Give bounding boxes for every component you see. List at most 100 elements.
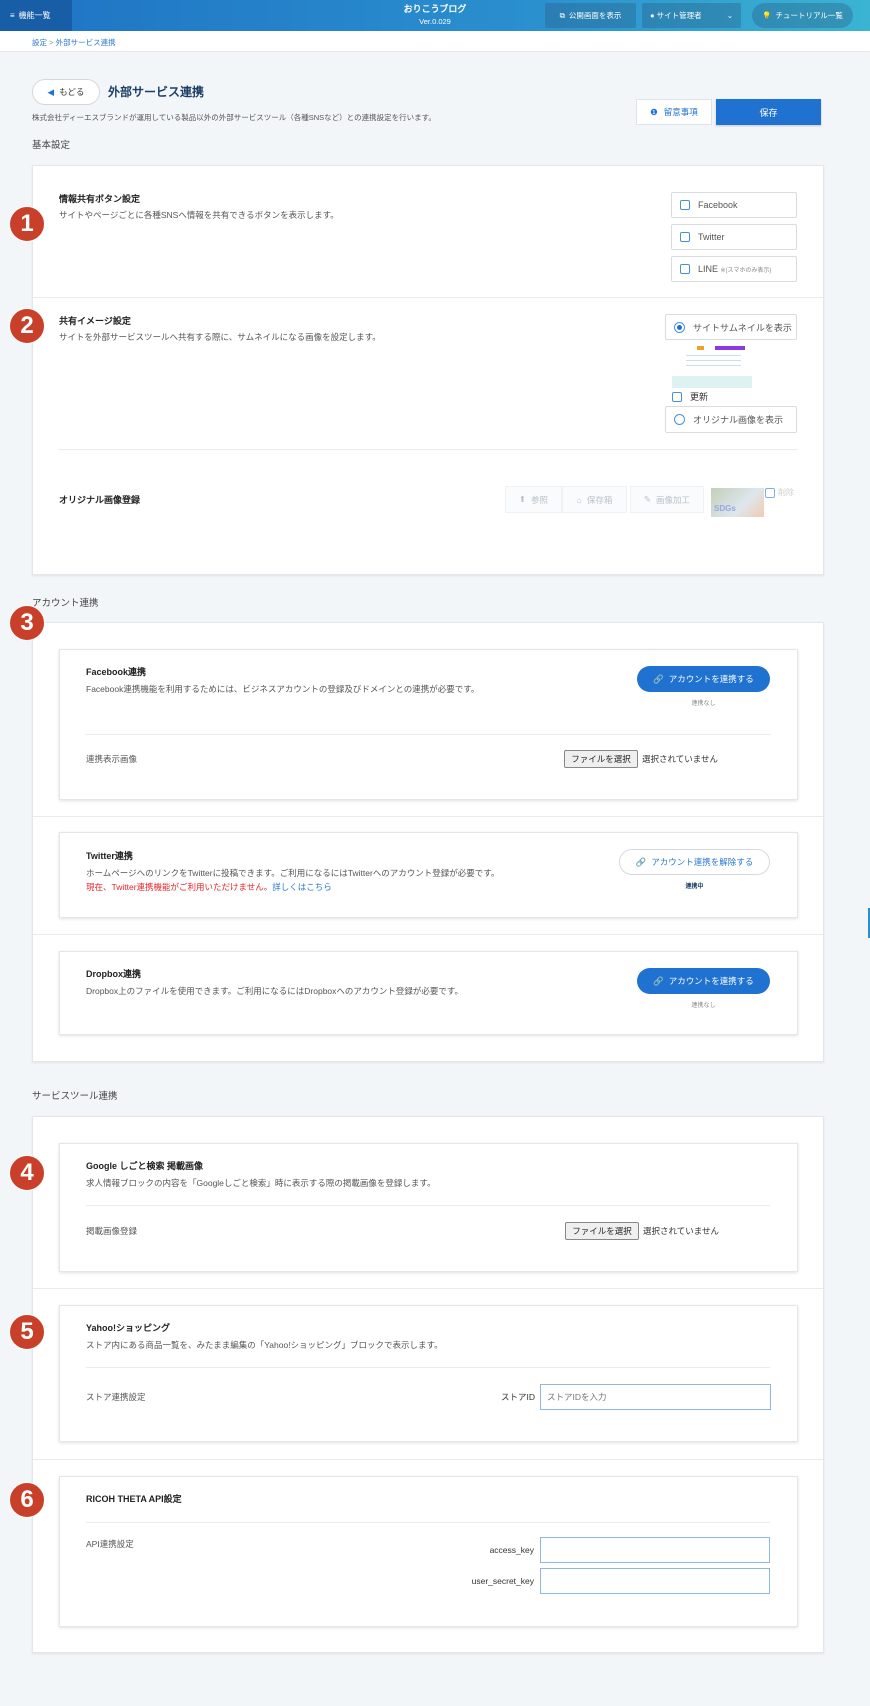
divider [33,1459,823,1460]
option-label: LINE [698,264,719,274]
refresh-label: 更新 [690,392,709,402]
secret-key-input[interactable] [540,1568,770,1594]
image-edit-button[interactable]: ✎ 画像加工 [630,486,704,513]
facebook-description: Facebook連携機能を利用するためには、ビジネスアカウントの登録及びドメイン… [86,684,480,694]
twitter-details-link[interactable]: 詳しくはこちら [272,882,332,892]
thumb-footer [672,376,752,388]
thumb-line [686,365,741,366]
google-file-status: 選択されていません [643,1226,719,1236]
api-setting-label: API連携設定 [86,1539,134,1549]
storage-label: 保存箱 [586,494,613,505]
upload-icon: ⬆ [518,494,527,504]
google-description: 求人情報ブロックの内容を「Googleしごと検索」時に表示する際の掲載画像を登録… [86,1178,436,1188]
thumb-logo [697,346,704,350]
tutorial-button[interactable]: 💡 チュートリアル一覧 [752,3,853,28]
dropbox-title: Dropbox連携 [86,969,141,979]
edit-label: 画像加工 [656,494,691,505]
dropbox-description: Dropbox上のファイルを使用できます。ご利用になるにはDropboxへのアカ… [86,986,464,996]
arrow-left-icon: ◀ [47,86,55,97]
notes-label: 留意事項 [663,107,698,117]
services-heading: サービスツール連携 [32,1091,118,1102]
view-public-button[interactable]: ⧉ 公開画面を表示 [545,3,636,28]
original-image-thumbnail: SDGs [711,488,764,517]
button-label: アカウントを連携する [668,674,754,684]
thumb-text: SDGs [714,504,736,513]
original-image-radio[interactable]: オリジナル画像を表示 [665,406,797,433]
checkbox-icon [680,264,690,274]
google-title: Google しごと検索 掲載画像 [86,1161,204,1171]
thumb-line [686,360,741,361]
original-image-label: オリジナル画像登録 [59,495,141,505]
google-image-label: 掲載画像登録 [86,1226,138,1236]
lightbulb-icon: 💡 [762,11,772,20]
twitter-status: 連携中 [685,884,704,890]
divider [59,449,797,450]
twitter-warning: 現在、Twitter連携機能がご利用いただけません。 [86,882,273,892]
option-label: オリジナル画像を表示 [693,415,784,425]
share-twitter-checkbox[interactable]: Twitter [671,224,797,250]
yahoo-setting-label: ストア連携設定 [86,1392,146,1402]
checkbox-icon [680,232,690,242]
step-badge-3: 3 [9,605,45,641]
back-button[interactable]: ◀ もどる [32,79,100,105]
share-image-description: サイトを外部サービスツールへ共有する際に、サムネイルになる画像を設定します。 [59,332,381,342]
brush-icon: ✎ [643,494,652,504]
facebook-connect-button[interactable]: 🔗 アカウントを連携する [637,666,770,692]
divider [33,297,823,298]
info-icon: ❶ [650,106,658,117]
view-public-label: 公開画面を表示 [568,11,622,20]
checkbox-icon [765,487,775,498]
share-line-checkbox[interactable]: LINE ※(スマホのみ表示) [671,256,797,282]
thumb-banner [715,346,745,350]
account-heading: アカウント連携 [32,598,99,609]
option-note: ※(スマホのみ表示) [720,268,772,274]
facebook-file-status: 選択されていません [642,754,718,764]
twitter-title: Twitter連携 [86,851,133,861]
link-icon: 🔗 [653,975,664,986]
external-link-icon: ⧉ [559,10,565,20]
inbox-icon: ⌂ [576,494,582,505]
store-id-input[interactable] [540,1384,771,1410]
link-icon: 🔗 [635,856,647,867]
divider [33,934,823,935]
secret-key-label: user_secret_key [471,1576,534,1586]
option-label: Twitter [698,232,725,242]
twitter-description: ホームページへのリンクをTwitterに投稿できます。ご利用になるにはTwitt… [86,868,500,878]
dropbox-status: 連携なし [691,1003,716,1009]
ricoh-title: RICOH THETA API設定 [86,1494,182,1504]
divider [86,734,770,735]
google-file-button[interactable]: ファイルを選択 [565,1222,639,1240]
site-thumbnail-radio[interactable]: サイトサムネイルを表示 [665,314,797,340]
facebook-file-button[interactable]: ファイルを選択 [564,750,638,768]
site-admin-dropdown[interactable]: ● サイト管理者 ⌄ [642,3,741,28]
save-button[interactable]: 保存 [716,99,821,125]
link-icon: 🔗 [653,673,664,684]
browse-button[interactable]: ⬆ 参照 [505,486,562,513]
storage-button[interactable]: ⌂ 保存箱 [562,486,627,513]
store-id-label: ストアID [500,1392,535,1402]
page-description: 株式会社ディーエスブランドが運用している製品以外の外部サービスツール（各種SNS… [32,113,436,122]
twitter-disconnect-button[interactable]: 🔗 アカウント連携を解除する [619,849,770,875]
dropbox-connect-button[interactable]: 🔗 アカウントを連携する [637,968,770,994]
delete-image-checkbox[interactable]: 削除 [765,487,794,498]
divider [33,816,823,817]
access-key-label: access_key [489,1545,534,1555]
notes-button[interactable]: ❶ 留意事項 [636,99,712,125]
delete-label: 削除 [778,488,794,497]
breadcrumb-bar: 設定 > 外部サービス連携 [32,37,116,49]
thumb-line [686,355,741,356]
access-key-input[interactable] [540,1537,770,1563]
site-thumbnail-preview [672,345,752,388]
share-facebook-checkbox[interactable]: Facebook [671,192,797,218]
step-badge-6: 6 [9,1482,45,1518]
share-image-title: 共有イメージ設定 [59,316,131,326]
step-badge-1: 1 [9,206,45,242]
divider [86,1205,770,1206]
refresh-thumbnail-checkbox[interactable]: 更新 [672,390,708,403]
breadcrumb-current: 外部サービス連携 [55,38,116,47]
facebook-status: 連携なし [691,701,716,707]
radio-icon [674,321,685,333]
breadcrumb-settings-link[interactable]: 設定 [32,38,47,47]
button-label: アカウントを連携する [668,976,754,986]
divider [86,1367,770,1368]
